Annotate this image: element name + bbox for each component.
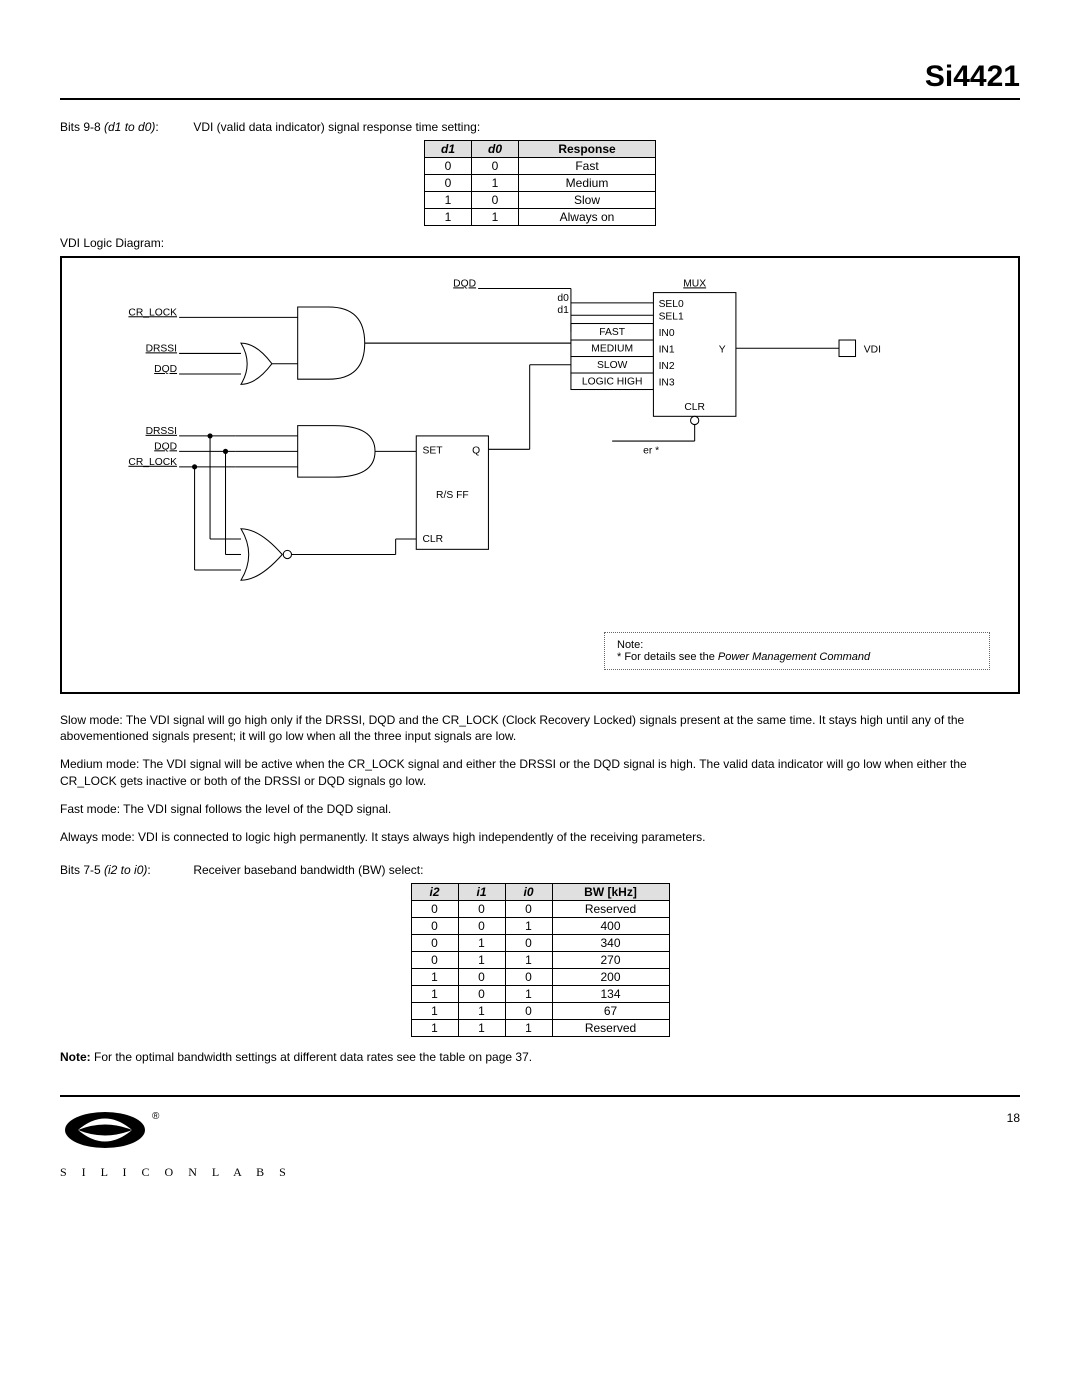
svg-text:er *: er * [643,445,659,456]
bits98-desc: VDI (valid data indicator) signal respon… [193,120,480,134]
table-row: 11Always on [425,209,656,226]
bits98-row: Bits 9-8 (d1 to d0): VDI (valid data ind… [60,120,1020,134]
table-row: 001400 [411,918,669,935]
always-mode-para: Always mode: VDI is connected to logic h… [60,829,1020,845]
svg-text:CLR: CLR [422,534,443,545]
svg-text:IN1: IN1 [659,344,675,355]
th-response: Response [519,141,656,158]
svg-text:CR_LOCK: CR_LOCK [128,457,177,468]
table-row: 11067 [411,1003,669,1020]
note-line1: Note: [617,639,977,651]
svg-text:CLR: CLR [684,402,705,413]
th-i0: i0 [505,884,552,901]
table-row: 010340 [411,935,669,952]
bits75-colon: : [147,863,150,877]
table-row: 01Medium [425,175,656,192]
bits98-label: Bits 9-8 (d1 to d0): [60,120,190,134]
diagram-svg: CR_LOCK DRSSI DQD DQD d0 d1 FAST MEDIUM … [76,272,1004,672]
bits98-colon: : [155,120,158,134]
svg-text:SEL0: SEL0 [659,299,684,310]
diagram-note-box: Note: * For details see the Power Manage… [604,632,990,670]
note-line2: * For details see the Power Management C… [617,651,977,663]
svg-text:Q: Q [472,445,480,456]
svg-text:IN2: IN2 [659,361,675,372]
footer: ® S I L I C O N L A B S 18 [60,1095,1020,1180]
svg-text:IN3: IN3 [659,377,675,388]
svg-text:FAST: FAST [599,327,625,338]
table-row: 10Slow [425,192,656,209]
diagram-label: VDI Logic Diagram: [60,236,1020,250]
page-number: 18 [1007,1111,1020,1125]
bits98-ital: (d1 to d0) [104,120,155,134]
svg-text:d1: d1 [557,305,569,316]
table-row: 100200 [411,969,669,986]
table-row: 011270 [411,952,669,969]
svg-text:Y: Y [719,344,726,355]
svg-text:SEL1: SEL1 [659,311,684,322]
bits75-label: Bits 7-5 (i2 to i0): [60,863,190,877]
slow-mode-para: Slow mode: The VDI signal will go high o… [60,712,1020,744]
table-row: 00Fast [425,158,656,175]
svg-text:MUX: MUX [683,278,706,289]
vdi-logic-diagram: CR_LOCK DRSSI DQD DQD d0 d1 FAST MEDIUM … [60,256,1020,694]
svg-text:IN0: IN0 [659,328,675,339]
svg-text:DQD: DQD [154,364,177,375]
bits98-prefix: Bits 9-8 [60,120,104,134]
svg-text:CR_LOCK: CR_LOCK [128,307,177,318]
header-bar: Si4421 [60,60,1020,100]
table-row: 101134 [411,986,669,1003]
svg-text:DQD: DQD [453,278,476,289]
svg-text:DQD: DQD [154,441,177,452]
page: Si4421 Bits 9-8 (d1 to d0): VDI (valid d… [0,0,1080,1210]
th-i1: i1 [458,884,505,901]
svg-text:DRSSI: DRSSI [146,343,177,354]
svg-text:DRSSI: DRSSI [146,426,177,437]
svg-text:MEDIUM: MEDIUM [591,343,633,354]
table-row: 000Reserved [411,901,669,918]
th-bw: BW [kHz] [552,884,669,901]
svg-text:®: ® [152,1111,160,1122]
logo-block: ® S I L I C O N L A B S [60,1105,292,1180]
logo-text: S I L I C O N L A B S [60,1165,292,1180]
bottom-note-text: For the optimal bandwidth settings at di… [91,1050,532,1064]
svg-text:LOGIC HIGH: LOGIC HIGH [582,376,643,387]
bw-table: i2 i1 i0 BW [kHz] 000Reserved 001400 010… [411,883,670,1037]
bits75-desc: Receiver baseband bandwidth (BW) select: [193,863,423,877]
silicon-labs-logo-icon: ® [60,1105,170,1161]
bottom-note: Note: For the optimal bandwidth settings… [60,1049,1020,1065]
svg-text:R/S FF: R/S FF [436,490,469,501]
th-d0: d0 [472,141,519,158]
bits75-row: Bits 7-5 (i2 to i0): Receiver baseband b… [60,863,1020,877]
svg-text:SET: SET [422,445,443,456]
th-d1: d1 [425,141,472,158]
svg-text:d0: d0 [557,293,569,304]
table-row: 111Reserved [411,1020,669,1037]
response-table: d1 d0 Response 00Fast 01Medium 10Slow 11… [424,140,656,226]
th-i2: i2 [411,884,458,901]
medium-mode-para: Medium mode: The VDI signal will be acti… [60,756,1020,788]
bottom-note-bold: Note: [60,1050,91,1064]
bits75-ital: (i2 to i0) [104,863,147,877]
fast-mode-para: Fast mode: The VDI signal follows the le… [60,801,1020,817]
bits75-prefix: Bits 7-5 [60,863,104,877]
product-title: Si4421 [60,60,1020,94]
svg-text:VDI: VDI [864,344,881,355]
svg-text:SLOW: SLOW [597,360,628,371]
